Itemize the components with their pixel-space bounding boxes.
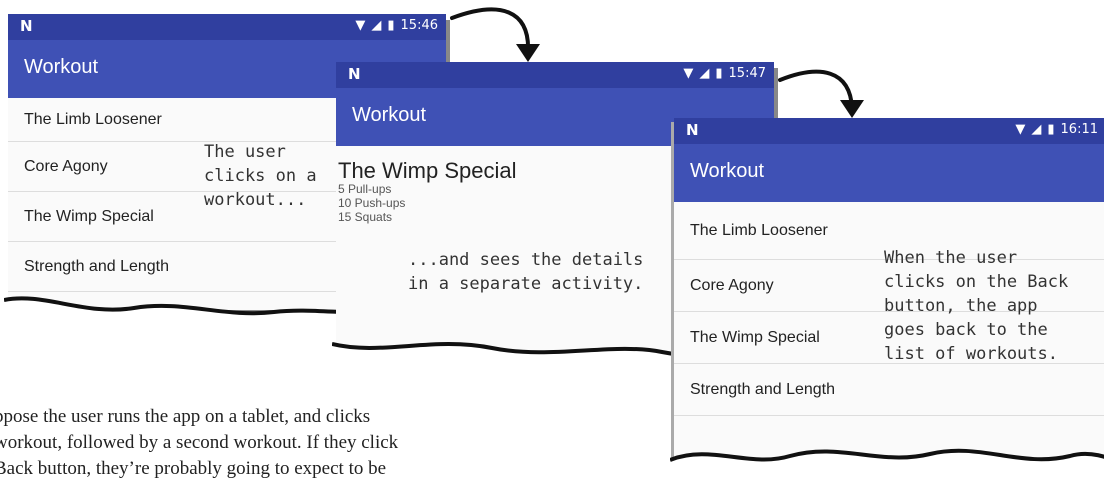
- annotation-sees-details: ...and sees the details in a separate ac…: [408, 250, 644, 294]
- workout-detail-description: 5 Pull-ups 10 Push-ups 15 Squats: [338, 182, 405, 224]
- app-title: Workout: [352, 104, 427, 126]
- n-logo-icon: N: [20, 17, 33, 35]
- app-bar: Workout: [674, 144, 1104, 202]
- signal-icon: ◢: [1031, 122, 1042, 137]
- status-bar: N ▼ ◢ ▮ 15:46: [8, 14, 446, 40]
- battery-icon: ▮: [1047, 122, 1055, 137]
- detail-line: 15 Squats: [338, 210, 393, 224]
- status-time: 15:46: [400, 18, 438, 33]
- workout-detail-title: The Wimp Special: [338, 158, 517, 183]
- detail-line: 10 Push-ups: [338, 196, 406, 210]
- battery-icon: ▮: [715, 66, 723, 81]
- annotation-user-clicks: The user clicks on a workout...: [204, 142, 317, 210]
- arrow-1: [450, 7, 531, 54]
- wifi-icon: ▼: [683, 66, 694, 81]
- n-logo-icon: N: [686, 121, 699, 139]
- arrow-2: [778, 69, 854, 110]
- signal-icon: ◢: [371, 18, 382, 33]
- status-time: 15:47: [728, 66, 766, 81]
- battery-icon: ▮: [387, 18, 395, 33]
- annotation-back-button: When the user clicks on the Back button,…: [884, 248, 1069, 364]
- signal-icon: ◢: [699, 66, 710, 81]
- status-time: 16:11: [1060, 122, 1098, 137]
- phone-workout-list-2: N ▼ ◢ ▮ 16:11 Workout The Limb Loosener …: [670, 118, 1104, 478]
- wifi-icon: ▼: [1015, 122, 1026, 137]
- app-title: Workout: [690, 160, 765, 182]
- torn-edge: [670, 448, 1104, 478]
- arrow-1-head: [516, 44, 540, 62]
- arrow-2-head: [840, 100, 864, 118]
- detail-line: 5 Pull-ups: [338, 182, 392, 196]
- list-item[interactable]: Strength and Length: [674, 364, 1104, 416]
- n-logo-icon: N: [348, 65, 361, 83]
- status-bar: N ▼ ◢ ▮ 16:11: [674, 118, 1104, 144]
- status-bar: N ▼ ◢ ▮ 15:47: [336, 62, 774, 88]
- wifi-icon: ▼: [355, 18, 366, 33]
- app-title: Workout: [24, 56, 99, 78]
- body-paragraph: ppose the user runs the app on a tablet,…: [0, 406, 399, 479]
